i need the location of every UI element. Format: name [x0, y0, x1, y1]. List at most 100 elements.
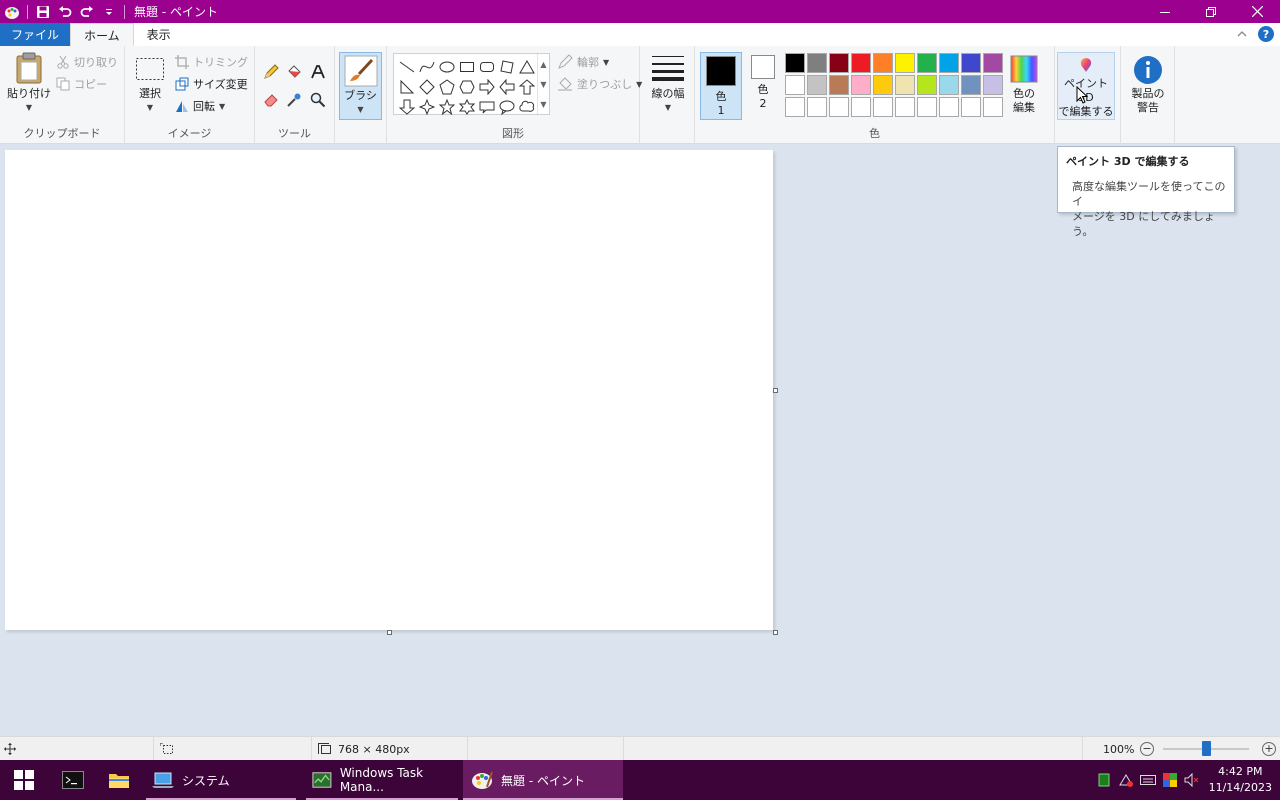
keyboard-tray-icon[interactable]: [1137, 760, 1159, 800]
up-arrow-shape-icon[interactable]: [517, 77, 537, 97]
palette-swatch[interactable]: [917, 97, 937, 117]
palette-swatch[interactable]: [895, 97, 915, 117]
tab-home[interactable]: ホーム: [70, 23, 134, 46]
select-button[interactable]: 選択 ▼: [131, 56, 169, 115]
palette-swatch[interactable]: [983, 75, 1003, 95]
cut-button[interactable]: 切り取り: [56, 52, 118, 72]
tab-file[interactable]: ファイル: [0, 23, 71, 46]
expand-gallery-icon[interactable]: ▼: [540, 100, 546, 109]
triangle-shape-icon[interactable]: [517, 57, 537, 77]
network-tray-icon[interactable]: [1115, 760, 1137, 800]
clock[interactable]: 4:42 PM 11/14/2023: [1203, 764, 1280, 796]
resize-handle-bottom[interactable]: [387, 630, 392, 635]
oval-shape-icon[interactable]: [437, 57, 457, 77]
resize-handle-corner[interactable]: [773, 630, 778, 635]
drawing-canvas[interactable]: [5, 150, 773, 630]
palette-swatch[interactable]: [785, 53, 805, 73]
left-arrow-shape-icon[interactable]: [497, 77, 517, 97]
oval-callout-shape-icon[interactable]: [497, 97, 517, 117]
right-triangle-shape-icon[interactable]: [397, 77, 417, 97]
zoom-in-button[interactable]: +: [1262, 742, 1276, 756]
polygon-shape-icon[interactable]: [497, 57, 517, 77]
close-button[interactable]: [1234, 0, 1280, 23]
palette-swatch[interactable]: [961, 97, 981, 117]
palette-swatch[interactable]: [895, 75, 915, 95]
four-point-star-shape-icon[interactable]: [417, 97, 437, 117]
crop-button[interactable]: トリミング: [175, 52, 248, 72]
right-arrow-shape-icon[interactable]: [477, 77, 497, 97]
palette-swatch[interactable]: [829, 75, 849, 95]
palette-swatch[interactable]: [807, 97, 827, 117]
line-shape-icon[interactable]: [397, 57, 417, 77]
palette-swatch[interactable]: [851, 53, 871, 73]
palette-swatch[interactable]: [917, 75, 937, 95]
save-icon[interactable]: [33, 2, 53, 22]
scroll-down-icon[interactable]: ▼: [540, 80, 546, 89]
palette-swatch[interactable]: [873, 75, 893, 95]
color-app-tray-icon[interactable]: [1159, 760, 1181, 800]
undo-icon[interactable]: [55, 2, 75, 22]
fill-tool[interactable]: [286, 62, 302, 82]
terminal-taskbar-icon[interactable]: [50, 760, 96, 800]
magnifier-tool[interactable]: [310, 90, 326, 110]
start-button[interactable]: [0, 760, 48, 800]
product-alert-button[interactable]: 製品の 警告: [1125, 55, 1171, 115]
eraser-tool[interactable]: [263, 90, 279, 110]
file-explorer-taskbar-icon[interactable]: [96, 760, 142, 800]
scroll-up-icon[interactable]: ▲: [540, 60, 546, 69]
color-picker-tool[interactable]: [286, 90, 302, 110]
volume-muted-icon[interactable]: [1181, 760, 1203, 800]
palette-swatch[interactable]: [829, 97, 849, 117]
minimize-button[interactable]: [1142, 0, 1188, 23]
zoom-slider-thumb[interactable]: [1202, 741, 1211, 756]
palette-swatch[interactable]: [807, 75, 827, 95]
shapes-scroll[interactable]: ▲ ▼ ▼: [537, 54, 549, 114]
taskbar-item-system[interactable]: システム: [146, 760, 296, 800]
palette-swatch[interactable]: [851, 75, 871, 95]
rectangular-callout-shape-icon[interactable]: [477, 97, 497, 117]
copy-button[interactable]: コピー: [56, 74, 107, 94]
paste-button[interactable]: 貼り付け ▼: [6, 52, 52, 115]
palette-swatch[interactable]: [785, 97, 805, 117]
customize-quick-access-icon[interactable]: [99, 2, 119, 22]
palette-swatch[interactable]: [939, 75, 959, 95]
rectangle-shape-icon[interactable]: [457, 57, 477, 77]
palette-swatch[interactable]: [873, 53, 893, 73]
help-icon[interactable]: ?: [1258, 26, 1274, 42]
palette-swatch[interactable]: [983, 97, 1003, 117]
five-point-star-shape-icon[interactable]: [437, 97, 457, 117]
resize-handle-right[interactable]: [773, 388, 778, 393]
taskbar-item-task-manager[interactable]: Windows Task Mana...: [306, 760, 458, 800]
green-app-tray-icon[interactable]: [1093, 760, 1115, 800]
rotate-button[interactable]: 回転 ▼: [175, 96, 225, 116]
brush-button[interactable]: ブラシ ▼: [339, 52, 382, 120]
fill-button[interactable]: 塗りつぶし ▼: [557, 74, 642, 94]
palette-swatch[interactable]: [961, 53, 981, 73]
palette-swatch[interactable]: [939, 53, 959, 73]
restore-button[interactable]: [1188, 0, 1234, 23]
tab-view[interactable]: 表示: [134, 23, 184, 46]
pentagon-shape-icon[interactable]: [437, 77, 457, 97]
redo-icon[interactable]: [77, 2, 97, 22]
curve-shape-icon[interactable]: [417, 57, 437, 77]
palette-swatch[interactable]: [873, 97, 893, 117]
palette-swatch[interactable]: [917, 53, 937, 73]
edit-colors-button[interactable]: 色の 編集: [1007, 55, 1041, 115]
rounded-rectangle-shape-icon[interactable]: [477, 57, 497, 77]
hexagon-shape-icon[interactable]: [457, 77, 477, 97]
pencil-tool[interactable]: [263, 62, 279, 82]
palette-swatch[interactable]: [785, 75, 805, 95]
resize-button[interactable]: サイズ変更: [175, 74, 248, 94]
taskbar-item-paint[interactable]: 無題 - ペイント: [463, 760, 623, 800]
color2-button[interactable]: 色 2: [747, 55, 779, 111]
palette-swatch[interactable]: [983, 53, 1003, 73]
six-point-star-shape-icon[interactable]: [457, 97, 477, 117]
diamond-shape-icon[interactable]: [417, 77, 437, 97]
collapse-ribbon-icon[interactable]: [1236, 28, 1248, 40]
size-button[interactable]: 線の幅 ▼: [646, 52, 690, 115]
cloud-callout-shape-icon[interactable]: [517, 97, 537, 117]
palette-swatch[interactable]: [851, 97, 871, 117]
palette-swatch[interactable]: [807, 53, 827, 73]
palette-swatch[interactable]: [939, 97, 959, 117]
zoom-out-button[interactable]: −: [1140, 742, 1154, 756]
